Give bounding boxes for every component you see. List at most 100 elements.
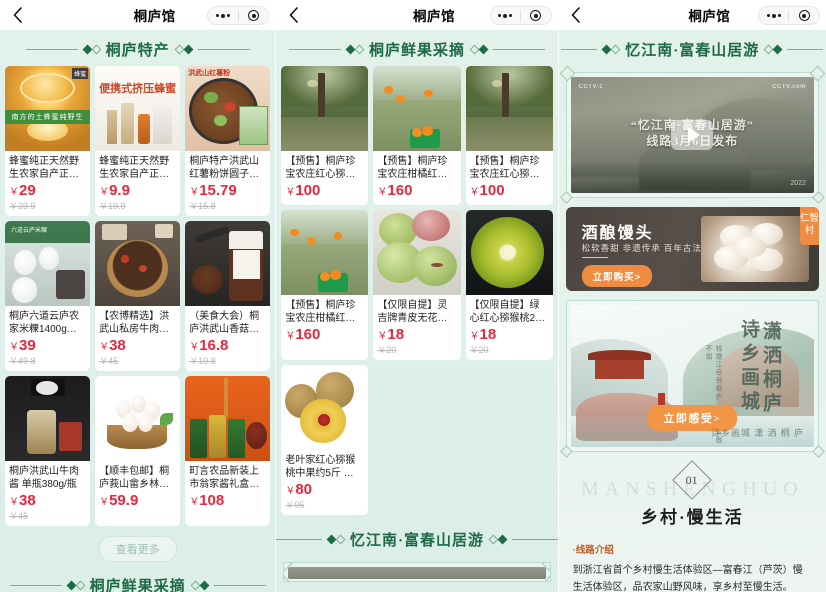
product-price: ￥100	[281, 181, 368, 201]
product-image: 便携式挤压蜂蜜	[95, 66, 180, 151]
page-body-3: 忆江南·富春山居游 CCTV-1 CCTV.com “忆江南·富春山居游”	[559, 30, 826, 592]
navigation-bar: 桐庐馆	[276, 0, 557, 30]
more-dots-icon[interactable]	[759, 14, 789, 18]
target-icon[interactable]	[789, 10, 819, 21]
video-frame: CCTV-1 CCTV.com “忆江南·富春山居游” 线路3月6日发布 202…	[566, 72, 819, 198]
product-old-price: ￥49.8	[5, 356, 90, 367]
product-card[interactable]: 【仅限自提】绿心红心猕猴桃2… ￥18 ￥20	[466, 210, 553, 360]
product-old-price: ￥39.9	[5, 201, 90, 212]
video-logo-right: CCTV.com	[772, 84, 806, 90]
product-title: （美食大会）桐庐洪武山香菇…	[185, 306, 270, 336]
section-header-fruit-picking: 桐庐鲜果采摘	[0, 566, 275, 592]
section-title: 桐庐鲜果采摘	[369, 39, 465, 60]
target-icon[interactable]	[239, 10, 269, 21]
back-button[interactable]	[276, 7, 310, 23]
product-old-price: ￥20	[466, 345, 553, 356]
header-rule-left	[276, 539, 322, 540]
three-screen-collage: 桐庐馆 桐庐特产	[0, 0, 826, 592]
product-title: 【预售】桐庐珍宝农庄柑橘红…	[373, 151, 460, 181]
back-button[interactable]	[0, 7, 34, 23]
video-top-edge[interactable]	[288, 567, 545, 579]
ornament-left	[603, 46, 619, 53]
chevron-left-icon	[289, 7, 298, 23]
product-old-price	[185, 511, 270, 522]
header-rule-right	[198, 49, 250, 50]
ornament-right	[471, 46, 487, 53]
buy-now-button[interactable]: 立即购买>	[582, 265, 653, 287]
view-more-wrapper: 查看更多	[0, 526, 275, 566]
product-image	[373, 66, 460, 151]
product-card[interactable]: 【预售】桐庐珍宝农庄柑橘红… ￥160	[373, 66, 460, 205]
mini-program-capsule	[758, 6, 820, 25]
page-body-2: 桐庐鲜果采摘 【预售】桐庐珍宝农庄红心猕… ￥100	[276, 30, 557, 592]
product-image	[185, 221, 270, 306]
product-image: 南方的土蜂蜜纯野生 蜂蜜	[5, 66, 90, 151]
product-old-price: ￥15.8	[185, 201, 270, 212]
route-intro-text: 到浙江省首个乡村慢生活体验区—富春江（芦茨）慢生活体验区，品农家山野风味，享乡村…	[573, 562, 812, 592]
target-icon[interactable]	[521, 10, 551, 21]
more-dots-icon[interactable]	[491, 14, 521, 18]
image-badge: 蜂蜜	[72, 68, 88, 79]
more-dots-icon[interactable]	[208, 14, 238, 18]
play-icon[interactable]	[671, 120, 713, 150]
product-card[interactable]: 【农博精选】洪武山私房牛肉… ￥38 ￥45	[95, 221, 180, 371]
product-card[interactable]: 【预售】桐庐珍宝农庄柑橘红… ￥160	[281, 210, 368, 360]
promo-banner-mantou[interactable]: 酒酿馒头 松软香甜 非遗传承 百年古法 立即购买> 仁智村	[566, 207, 819, 291]
header-rule-right	[214, 585, 266, 586]
product-card[interactable]: 町言农品新装上市翁家酱礼盒… ￥108	[185, 376, 270, 526]
product-card[interactable]: 六道云庐米粿 桐庐六道云庐农家米粿1400g… ￥39 ￥49.8	[5, 221, 90, 371]
back-button[interactable]	[559, 7, 593, 23]
product-card[interactable]: 【顺丰包邮】桐庐莪山畲乡林… ￥59.9	[95, 376, 180, 526]
product-old-price	[95, 511, 180, 522]
product-price: ￥160	[373, 181, 460, 201]
product-price: ￥108	[185, 491, 270, 511]
banner-title: 酒酿馒头	[582, 219, 654, 243]
video-watermark: 2022	[790, 180, 806, 187]
section-header-fuchun-tour: 忆江南·富春山居游	[276, 515, 557, 556]
header-rule-right	[787, 49, 823, 50]
ornament-left	[68, 582, 84, 589]
product-old-price: ￥95	[281, 500, 368, 511]
product-title: 町言农品新装上市翁家酱礼盒…	[185, 461, 270, 491]
header-rule-left	[561, 49, 597, 50]
view-more-button[interactable]: 查看更多	[99, 536, 177, 562]
header-rule-left	[10, 585, 62, 586]
product-card[interactable]: 【仅限自提】灵吉牌青皮无花… ￥18 ￥20	[373, 210, 460, 360]
scenic-title-left: 潇洒桐庐	[757, 321, 784, 417]
mini-program-capsule	[207, 6, 269, 25]
chevron-left-icon	[13, 7, 22, 23]
product-price: ￥39	[5, 336, 90, 356]
product-card[interactable]: 南方的土蜂蜜纯野生 蜂蜜 蜂蜜纯正天然野生农家自产正… ￥29 ￥39.9	[5, 66, 90, 216]
product-card[interactable]: 【预售】桐庐珍宝农庄红心猕… ￥100	[466, 66, 553, 205]
section-title: 忆江南·富春山居游	[350, 529, 484, 550]
product-card[interactable]: 便携式挤压蜂蜜 蜂蜜纯正天然野生农家自产正… ￥9.9 ￥19.9	[95, 66, 180, 216]
route-intro-label: ·线路介绍	[573, 542, 812, 556]
promo-video-player[interactable]: CCTV-1 CCTV.com “忆江南·富春山居游” 线路3月6日发布 202…	[571, 77, 814, 193]
section-title: 忆江南·富春山居游	[625, 39, 759, 60]
product-card[interactable]: 桐庐洪武山牛肉酱 单瓶380g/瓶 ￥38 ￥45	[5, 376, 90, 526]
navigation-bar: 桐庐馆	[559, 0, 826, 30]
product-title: 【仅限自提】绿心红心猕猴桃2…	[466, 295, 553, 325]
header-rule-left	[26, 49, 78, 50]
video-frame-partial	[283, 562, 550, 582]
banner-subtitle: 松软香甜 非遗传承 百年古法	[582, 242, 702, 254]
product-grid-fruit: 【预售】桐庐珍宝农庄红心猕… ￥100 【预售】桐庐珍宝农庄柑橘红…	[276, 66, 557, 515]
product-card[interactable]: （美食大会）桐庐洪武山香菇… ￥16.8 ￥19.8	[185, 221, 270, 371]
product-price: ￥38	[95, 336, 180, 356]
product-title: 【农博精选】洪武山私房牛肉…	[95, 306, 180, 336]
route-section: 01 MANSHENGHUO 乡村·慢生活 ·线路介绍 到浙江省首个乡村慢生活体…	[559, 452, 826, 592]
product-price: ￥100	[466, 181, 553, 201]
section-header-tonglu-specialty: 桐庐特产	[0, 30, 275, 66]
ornament-left	[84, 46, 100, 53]
ornament-left	[347, 46, 363, 53]
section-title: 桐庐特产	[106, 39, 170, 60]
product-image	[281, 210, 368, 295]
product-card[interactable]: 【预售】桐庐珍宝农庄红心猕… ￥100	[281, 66, 368, 205]
product-old-price: ￥19.8	[185, 356, 270, 367]
image-overlay-text: 洪武山红薯粉	[188, 68, 230, 78]
section-header-fuchun-tour: 忆江南·富春山居游	[559, 30, 826, 66]
promo-banner-scenic[interactable]: 诗乡画城 潇洒桐庐 钱塘江尽到桐庐 水碧山青画不如 立即感受> 诗乡画城 潇 洒…	[566, 300, 819, 452]
product-old-price: ￥19.9	[95, 201, 180, 212]
product-card[interactable]: 洪武山红薯粉 桐庐特产洪武山红薯粉饼圆子… ￥15.79 ￥15.8	[185, 66, 270, 216]
product-card[interactable]: 老叶家红心猕猴桃中果约5斤 … ￥80 ￥95	[281, 365, 368, 515]
